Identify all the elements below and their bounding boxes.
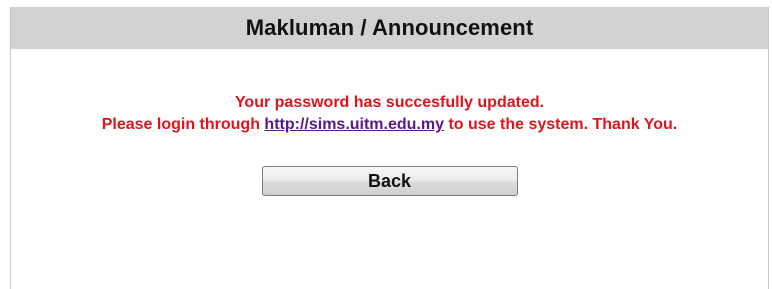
success-line: Your password has succesfully updated. [234, 94, 545, 111]
status-message: Your password has succesfully updated. P… [11, 92, 768, 136]
instruction-prefix: Please login through [101, 116, 260, 133]
sims-link[interactable]: http://sims.uitm.edu.my [264, 116, 444, 133]
login-instruction-line: Please login through http://sims.uitm.ed… [11, 114, 768, 136]
panel-header: Makluman / Announcement [11, 7, 768, 49]
instruction-suffix: to use the system. Thank You. [448, 116, 678, 133]
back-button[interactable]: Back [261, 166, 518, 196]
page-title: Makluman / Announcement [245, 15, 534, 40]
button-row: Back [11, 166, 768, 196]
announcement-panel: Makluman / Announcement Your password ha… [10, 7, 769, 289]
